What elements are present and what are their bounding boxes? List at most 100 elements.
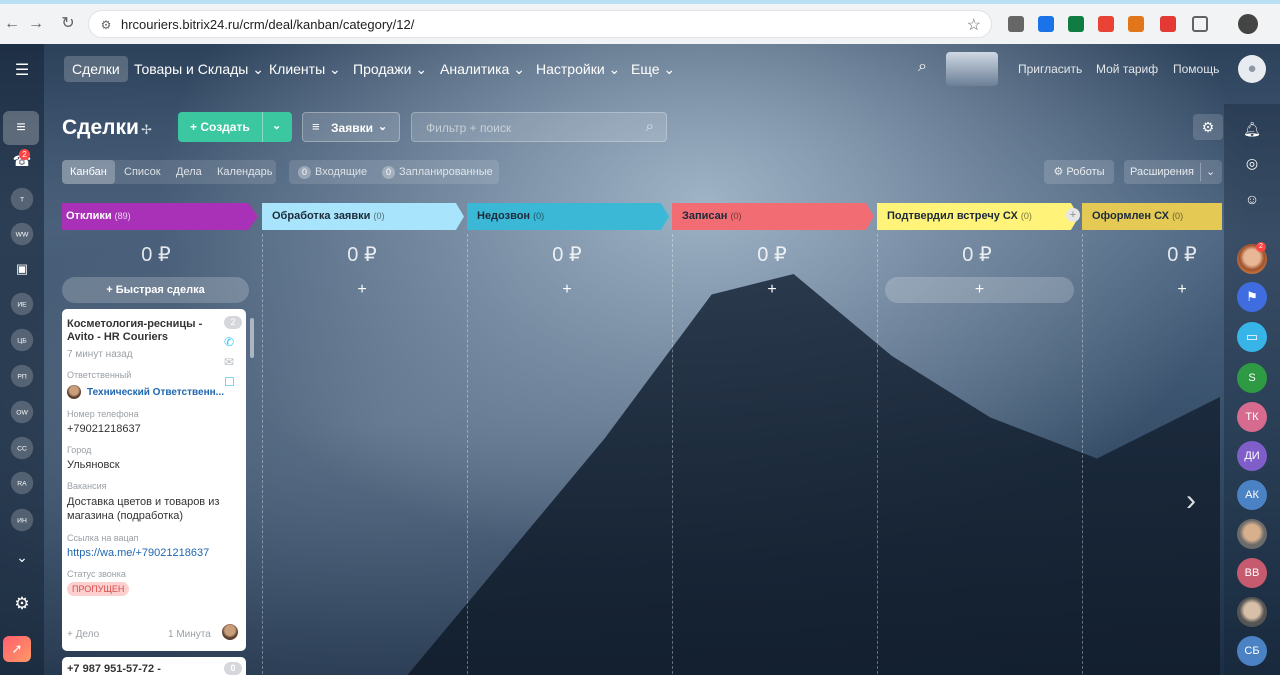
group-avatar[interactable]: CC bbox=[10, 436, 34, 460]
group-avatar[interactable]: OW bbox=[10, 400, 34, 424]
group-avatar[interactable]: WW bbox=[10, 222, 34, 246]
stage-header[interactable]: Отклики (89) bbox=[62, 203, 258, 230]
phone-icon[interactable]: ✆ bbox=[224, 335, 234, 349]
tab-kanban[interactable]: Канбан bbox=[62, 160, 115, 184]
search-icon[interactable]: ⌕ bbox=[646, 118, 654, 135]
help-link[interactable]: Помощь bbox=[1173, 62, 1219, 76]
extension-icon[interactable] bbox=[1008, 16, 1024, 32]
stage-header[interactable]: Оформлен СХ (0) bbox=[1082, 203, 1222, 230]
invite-link[interactable]: Пригласить bbox=[1018, 62, 1082, 76]
deal-title[interactable]: +7 987 951-57-72 - bbox=[67, 663, 161, 675]
contact-avatar[interactable]: АК bbox=[1237, 480, 1267, 510]
category-select-button[interactable]: ≡ Заявки ⌄ bbox=[302, 112, 400, 142]
extension-icon[interactable] bbox=[1098, 16, 1114, 32]
add-deal-button[interactable]: + bbox=[682, 277, 862, 303]
stage-header[interactable]: Обработка заявки (0) bbox=[262, 203, 464, 230]
chevron-down-icon[interactable]: ⌄ bbox=[272, 119, 281, 132]
search-icon[interactable]: ⌕ bbox=[918, 58, 927, 76]
extension-icon[interactable] bbox=[1160, 16, 1176, 32]
scrollbar[interactable] bbox=[250, 318, 254, 358]
pulse-icon[interactable]: ◎ bbox=[1237, 148, 1267, 178]
stage-header[interactable]: Записан (0) bbox=[672, 203, 874, 230]
group-avatar[interactable]: RA bbox=[10, 471, 34, 495]
profile-avatar-icon[interactable] bbox=[1238, 14, 1258, 34]
extensions-button[interactable]: Расширения ⌄ bbox=[1124, 160, 1222, 184]
column-divider bbox=[672, 234, 673, 674]
extension-icon[interactable] bbox=[1038, 16, 1054, 32]
group-avatar[interactable]: ИН bbox=[10, 508, 34, 532]
deal-title[interactable]: Косметология-ресницы - Avito - HR Courie… bbox=[67, 318, 217, 344]
chevron-down-icon[interactable]: ⌄ bbox=[7, 542, 37, 572]
menu-clients[interactable]: Клиенты ⌄ bbox=[261, 56, 349, 82]
metamask-icon[interactable] bbox=[1128, 16, 1144, 32]
add-stage-icon[interactable]: + bbox=[1066, 208, 1080, 222]
menu-burger-icon[interactable]: ☰ bbox=[7, 56, 37, 86]
pin-icon[interactable]: ✢ bbox=[141, 122, 152, 138]
messenger-icon[interactable]: ▭ bbox=[1237, 322, 1267, 352]
reload-icon[interactable]: ↻ bbox=[56, 12, 80, 36]
kanban-settings-gear-icon[interactable]: ⚙ bbox=[1193, 114, 1223, 140]
settings-gear-icon[interactable]: ⚙ bbox=[7, 589, 37, 619]
menu-settings[interactable]: Настройки ⌄ bbox=[528, 56, 628, 82]
menu-more[interactable]: Еще ⌄ bbox=[623, 56, 683, 82]
stage-name: Записан bbox=[682, 210, 728, 222]
tab-calendar[interactable]: Календарь bbox=[209, 160, 281, 184]
split-divider bbox=[262, 112, 263, 142]
avatar[interactable] bbox=[1237, 519, 1267, 549]
tariff-link[interactable]: Мой тариф bbox=[1096, 62, 1158, 76]
contact-avatar[interactable]: СБ bbox=[1237, 636, 1267, 666]
user-avatar-icon[interactable]: ● bbox=[1238, 55, 1266, 83]
forward-icon[interactable]: → bbox=[24, 12, 48, 36]
site-info-icon[interactable]: ⚙ bbox=[97, 16, 115, 34]
extensions-puzzle-icon[interactable] bbox=[1192, 16, 1208, 32]
crm-filter-icon[interactable]: ≡ bbox=[3, 111, 39, 145]
mail-icon[interactable]: ✉ bbox=[224, 355, 234, 369]
quick-deal-button[interactable]: + Быстрая сделка bbox=[62, 277, 249, 303]
bell-icon[interactable]: 🔔︎ bbox=[1237, 114, 1267, 144]
group-avatar[interactable]: ИЕ bbox=[10, 292, 34, 316]
planned-counter[interactable]: 0 Запланированные bbox=[382, 160, 493, 184]
deal-card[interactable]: Косметология-ресницы - Avito - HR Courie… bbox=[62, 309, 246, 651]
contact-avatar[interactable]: ТК bbox=[1237, 402, 1267, 432]
responsible-link[interactable]: Технический Ответственн... bbox=[87, 387, 224, 398]
stage-header[interactable]: Недозвон (0) bbox=[467, 203, 669, 230]
group-avatar[interactable]: T bbox=[10, 187, 34, 211]
menu-sales[interactable]: Продажи ⌄ bbox=[345, 56, 435, 82]
contact-avatar[interactable]: ВВ bbox=[1237, 558, 1267, 588]
whatsapp-link[interactable]: https://wa.me/+79021218637 bbox=[67, 547, 240, 559]
deal-created-time: 7 минут назад bbox=[67, 349, 133, 360]
rocket-icon[interactable]: ➚ bbox=[3, 636, 31, 662]
group-avatar[interactable]: ЦБ bbox=[10, 328, 34, 352]
menu-products[interactable]: Товары и Склады ⌄ bbox=[126, 56, 272, 82]
add-deal-button[interactable]: + bbox=[272, 277, 452, 303]
back-icon[interactable]: ← bbox=[0, 12, 24, 36]
add-deal-button[interactable]: + bbox=[477, 277, 657, 303]
tab-activities[interactable]: Дела bbox=[168, 160, 210, 184]
bookmark-star-icon[interactable]: ☆ bbox=[967, 15, 981, 35]
bookmark-icon[interactable]: ⚑ bbox=[1237, 282, 1267, 312]
contact-avatar[interactable]: ДИ bbox=[1237, 441, 1267, 471]
extension-icon[interactable] bbox=[1068, 16, 1084, 32]
url-text[interactable]: hrcouriers.bitrix24.ru/crm/deal/kanban/c… bbox=[121, 17, 414, 32]
chat-icon[interactable]: ☐ bbox=[224, 375, 235, 389]
create-button[interactable]: + Создать ⌄ bbox=[178, 112, 292, 142]
add-deal-button[interactable]: + bbox=[885, 277, 1074, 303]
menu-deals[interactable]: Сделки bbox=[64, 56, 128, 82]
robots-button[interactable]: ⚙ Роботы bbox=[1044, 160, 1114, 184]
incoming-counter[interactable]: 0 Входящие bbox=[298, 160, 367, 184]
menu-analytics[interactable]: Аналитика ⌄ bbox=[432, 56, 533, 82]
company-logo[interactable] bbox=[946, 52, 998, 86]
stage-header[interactable]: Подтвердил встречу СХ (0) bbox=[877, 203, 1079, 230]
activity-counters: 0 Входящие 0 Запланированные bbox=[289, 160, 499, 184]
add-activity-link[interactable]: + Дело bbox=[67, 629, 99, 640]
avatar[interactable] bbox=[1237, 597, 1267, 627]
board-icon[interactable]: ▣ bbox=[7, 254, 37, 284]
address-bar[interactable]: ⚙ hrcouriers.bitrix24.ru/crm/deal/kanban… bbox=[88, 10, 992, 38]
contact-avatar[interactable]: S bbox=[1237, 363, 1267, 393]
chat-support-icon[interactable]: ☺ bbox=[1237, 184, 1267, 214]
group-avatar[interactable]: РП bbox=[10, 364, 34, 388]
tab-list[interactable]: Список bbox=[116, 160, 169, 184]
deal-card[interactable]: +7 987 951-57-72 - 0 bbox=[62, 657, 246, 675]
filter-search-input[interactable]: Фильтр + поиск ⌕ bbox=[411, 112, 667, 142]
chevron-right-icon[interactable]: › bbox=[1186, 484, 1196, 518]
